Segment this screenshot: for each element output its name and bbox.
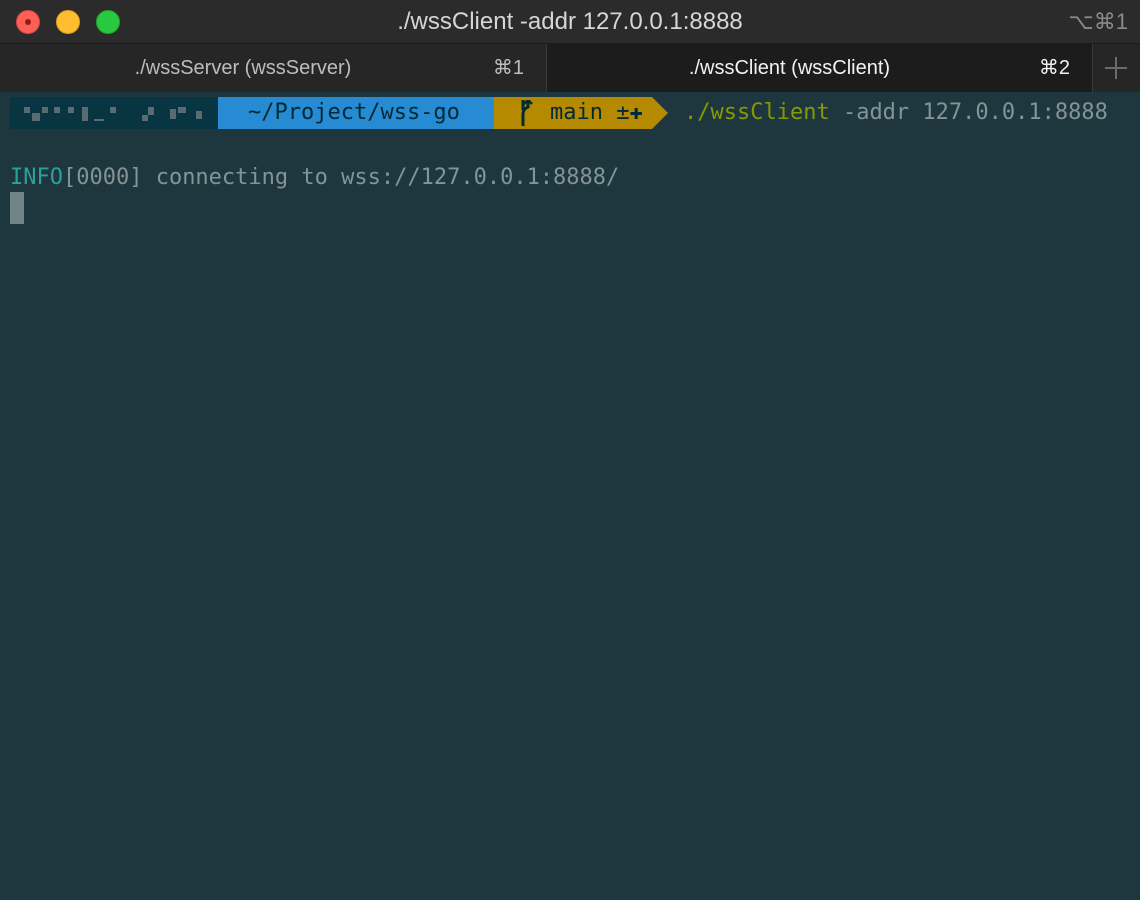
log-level: INFO: [10, 165, 63, 190]
window-title: ./wssClient -addr 127.0.0.1:8888: [397, 8, 743, 35]
terminal-cursor: [10, 192, 24, 224]
git-branch-icon: [518, 98, 534, 136]
tab-label: ./wssServer (wssServer): [134, 57, 352, 79]
log-message: [0000] connecting to wss://127.0.0.1:888…: [62, 165, 620, 190]
command-args: -addr 127.0.0.1:8888: [829, 100, 1108, 125]
prompt-user-segment-redacted: [10, 97, 218, 129]
tab-bar: ./wssServer (wssServer) ⌘1 ./wssClient (…: [0, 44, 1140, 92]
prompt-path-segment: ~/Project/wss-go: [218, 97, 494, 129]
prompt-git-segment: main ±✚: [494, 97, 652, 129]
new-tab-plus-icon[interactable]: [1093, 44, 1140, 92]
git-branch-name: main ±✚: [550, 100, 643, 125]
tab-shortcut: ⌘1: [492, 57, 524, 79]
command-line: ./wssClient -addr 127.0.0.1:8888: [684, 97, 1108, 129]
terminal-content[interactable]: ~/Project/wss-go main ±✚ ./wssClient -ad…: [0, 92, 1140, 900]
command-binary: ./wssClient: [684, 100, 830, 125]
log-line: INFO[0000] connecting to wss://127.0.0.1…: [10, 162, 619, 194]
window-shortcut: ⌥⌘1: [1068, 9, 1128, 34]
tab-shortcut: ⌘2: [1038, 57, 1070, 79]
tab-label: ./wssClient (wssClient): [688, 57, 891, 79]
shell-prompt: ~/Project/wss-go main ±✚ ./wssClient -ad…: [10, 97, 1140, 129]
tab-wssclient[interactable]: ./wssClient (wssClient) ⌘2: [547, 44, 1093, 92]
terminal-window: ./wssClient -addr 127.0.0.1:8888 ⌥⌘1 ./w…: [0, 0, 1140, 900]
title-bar[interactable]: ./wssClient -addr 127.0.0.1:8888 ⌥⌘1: [0, 0, 1140, 44]
tab-wssserver[interactable]: ./wssServer (wssServer) ⌘1: [0, 44, 547, 92]
